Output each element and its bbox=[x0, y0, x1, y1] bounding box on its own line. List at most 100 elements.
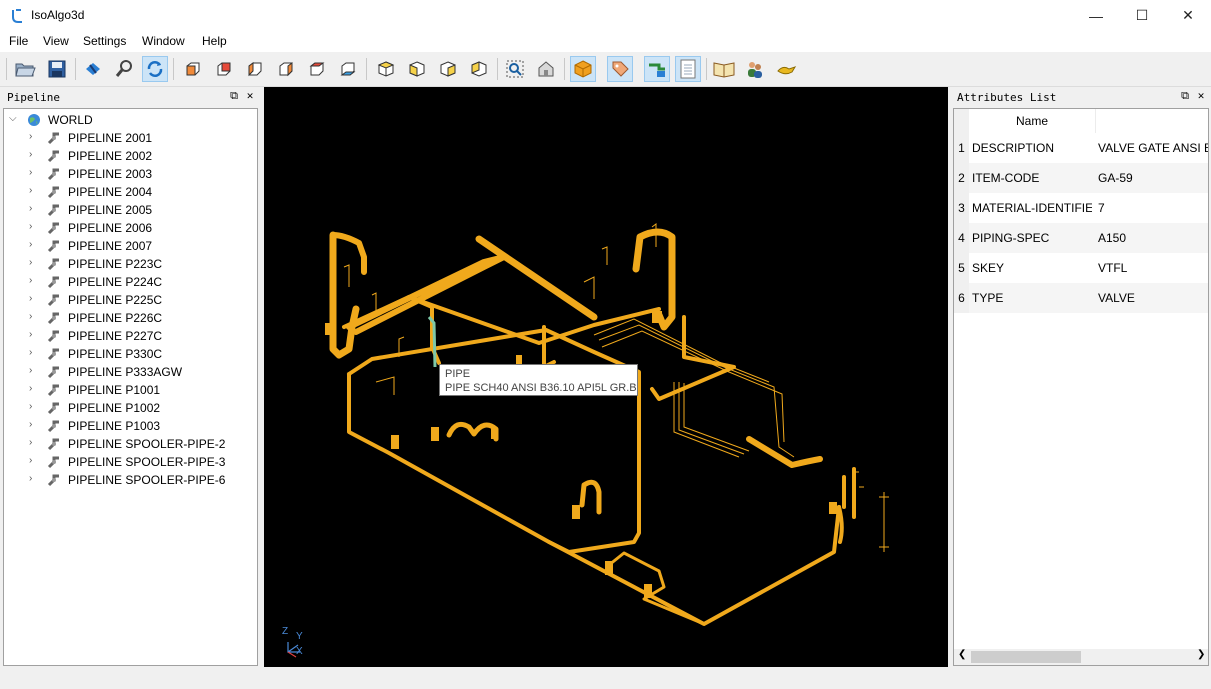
tree-item-pipeline[interactable]: › PIPELINE SPOOLER-PIPE-3 bbox=[4, 453, 254, 471]
attribute-name: SKEY bbox=[972, 261, 1005, 275]
scrollbar-thumb[interactable] bbox=[971, 651, 1081, 663]
close-panel-icon[interactable]: ✕ bbox=[1195, 90, 1207, 102]
tag-icon[interactable] bbox=[607, 56, 633, 82]
tree-item-world[interactable]: ⌵ WORLD bbox=[4, 111, 254, 129]
tree-item-pipeline[interactable]: › PIPELINE SPOOLER-PIPE-2 bbox=[4, 435, 254, 453]
tree-item-pipeline[interactable]: › PIPELINE 2006 bbox=[4, 219, 254, 237]
chevron-right-icon[interactable]: › bbox=[29, 185, 32, 196]
fit-icon[interactable] bbox=[80, 56, 106, 82]
iso-nw-icon[interactable] bbox=[404, 56, 430, 82]
menu-help[interactable]: Help bbox=[202, 34, 227, 48]
iso-se-icon[interactable] bbox=[435, 56, 461, 82]
solid-cube-icon[interactable] bbox=[570, 56, 596, 82]
view-left-icon[interactable] bbox=[242, 56, 268, 82]
tree-item-pipeline[interactable]: › PIPELINE P223C bbox=[4, 255, 254, 273]
tree-item-pipeline[interactable]: › PIPELINE P225C bbox=[4, 291, 254, 309]
float-icon[interactable]: ⧉ bbox=[1179, 90, 1191, 102]
table-row[interactable]: 6 TYPE VALVE bbox=[954, 283, 1208, 313]
tree-item-pipeline[interactable]: › PIPELINE 2005 bbox=[4, 201, 254, 219]
pipe-lower-loop bbox=[607, 551, 706, 626]
pipe-icon bbox=[47, 168, 59, 181]
tree-item-pipeline[interactable]: › PIPELINE 2007 bbox=[4, 237, 254, 255]
table-row[interactable]: 5 SKEY VTFL bbox=[954, 253, 1208, 283]
tree-item-pipeline[interactable]: › PIPELINE P1003 bbox=[4, 417, 254, 435]
column-header-name[interactable]: Name bbox=[969, 109, 1096, 133]
close-button[interactable]: ✕ bbox=[1165, 0, 1211, 31]
users-icon[interactable] bbox=[742, 56, 768, 82]
tree-item-pipeline[interactable]: › PIPELINE SPOOLER-PIPE-6 bbox=[4, 471, 254, 489]
view-top-icon[interactable] bbox=[304, 56, 330, 82]
chevron-right-icon[interactable]: › bbox=[29, 455, 32, 466]
rotate-icon[interactable] bbox=[142, 56, 168, 82]
attribute-value: A150 bbox=[1098, 231, 1127, 245]
zoom-window-icon[interactable] bbox=[502, 56, 528, 82]
tree-item-label: PIPELINE P1001 bbox=[68, 383, 161, 397]
table-row[interactable]: 4 PIPING-SPEC A150 bbox=[954, 223, 1208, 253]
tree-item-pipeline[interactable]: › PIPELINE 2003 bbox=[4, 165, 254, 183]
chevron-right-icon[interactable]: › bbox=[29, 347, 32, 358]
table-row[interactable]: 2 ITEM-CODE GA-59 bbox=[954, 163, 1208, 193]
view-front-icon[interactable] bbox=[180, 56, 206, 82]
table-row[interactable]: 1DESCRIPTION VALVE GATE ANSI B16 bbox=[954, 133, 1208, 163]
view-bottom-icon[interactable] bbox=[335, 56, 361, 82]
view-back-icon[interactable] bbox=[211, 56, 237, 82]
axis-z-label: Z bbox=[282, 626, 288, 637]
pick-icon[interactable] bbox=[644, 56, 670, 82]
tree-item-pipeline[interactable]: › PIPELINE P1002 bbox=[4, 399, 254, 417]
iso-ne-icon[interactable] bbox=[373, 56, 399, 82]
chevron-right-icon[interactable]: › bbox=[29, 311, 32, 322]
zoom-icon[interactable] bbox=[111, 56, 137, 82]
chevron-right-icon[interactable]: › bbox=[29, 365, 32, 376]
chevron-right-icon[interactable]: › bbox=[29, 383, 32, 394]
save-icon[interactable] bbox=[44, 56, 70, 82]
chevron-right-icon[interactable]: › bbox=[29, 401, 32, 412]
lamp-icon[interactable] bbox=[773, 56, 799, 82]
chevron-right-icon[interactable]: › bbox=[29, 275, 32, 286]
chevron-right-icon[interactable]: › bbox=[29, 293, 32, 304]
tree-item-pipeline[interactable]: › PIPELINE P226C bbox=[4, 309, 254, 327]
pipe-icon bbox=[47, 276, 59, 289]
tree-item-pipeline[interactable]: › PIPELINE 2001 bbox=[4, 129, 254, 147]
chevron-right-icon[interactable]: › bbox=[29, 149, 32, 160]
pipe-icon bbox=[47, 348, 59, 361]
horizontal-scrollbar[interactable]: ❮ ❯ bbox=[954, 649, 1208, 665]
chevron-right-icon[interactable]: › bbox=[29, 203, 32, 214]
chevron-right-icon[interactable]: › bbox=[29, 131, 32, 142]
attributes-panel-header: Attributes List ⧉ ✕ bbox=[953, 88, 1209, 106]
chevron-right-icon[interactable]: › bbox=[29, 419, 32, 430]
open-icon[interactable] bbox=[12, 56, 38, 82]
view-right-icon[interactable] bbox=[273, 56, 299, 82]
maximize-button[interactable]: ☐ bbox=[1119, 0, 1165, 31]
iso-sw-icon[interactable] bbox=[466, 56, 492, 82]
tree-item-pipeline[interactable]: › PIPELINE P1001 bbox=[4, 381, 254, 399]
tree-item-pipeline[interactable]: › PIPELINE P224C bbox=[4, 273, 254, 291]
float-icon[interactable]: ⧉ bbox=[228, 90, 240, 102]
table-row[interactable]: 3 MATERIAL-IDENTIFIER 7 bbox=[954, 193, 1208, 223]
chevron-right-icon[interactable]: › bbox=[29, 239, 32, 250]
tree-item-pipeline[interactable]: › PIPELINE P330C bbox=[4, 345, 254, 363]
scroll-right-icon[interactable]: ❯ bbox=[1197, 649, 1205, 660]
attribute-name: TYPE bbox=[972, 291, 1004, 305]
tree-item-pipeline[interactable]: › PIPELINE P227C bbox=[4, 327, 254, 345]
tree-item-pipeline[interactable]: › PIPELINE 2002 bbox=[4, 147, 254, 165]
chevron-down-icon[interactable]: ⌵ bbox=[9, 113, 17, 124]
menu-window[interactable]: Window bbox=[142, 34, 185, 48]
close-panel-icon[interactable]: ✕ bbox=[244, 90, 256, 102]
chevron-right-icon[interactable]: › bbox=[29, 221, 32, 232]
scroll-left-icon[interactable]: ❮ bbox=[958, 649, 966, 660]
chevron-right-icon[interactable]: › bbox=[29, 437, 32, 448]
menu-view[interactable]: View bbox=[43, 34, 69, 48]
tree-item-pipeline[interactable]: › PIPELINE P333AGW bbox=[4, 363, 254, 381]
chevron-right-icon[interactable]: › bbox=[29, 329, 32, 340]
tree-item-label: PIPELINE 2005 bbox=[68, 203, 153, 217]
menu-settings[interactable]: Settings bbox=[83, 34, 126, 48]
house-icon[interactable] bbox=[533, 56, 559, 82]
book-icon[interactable] bbox=[711, 56, 737, 82]
chevron-right-icon[interactable]: › bbox=[29, 257, 32, 268]
chevron-right-icon[interactable]: › bbox=[29, 473, 32, 484]
tree-item-pipeline[interactable]: › PIPELINE 2004 bbox=[4, 183, 254, 201]
chevron-right-icon[interactable]: › bbox=[29, 167, 32, 178]
document-icon[interactable] bbox=[675, 56, 701, 82]
minimize-button[interactable]: — bbox=[1073, 0, 1119, 31]
menu-file[interactable]: File bbox=[9, 34, 28, 48]
